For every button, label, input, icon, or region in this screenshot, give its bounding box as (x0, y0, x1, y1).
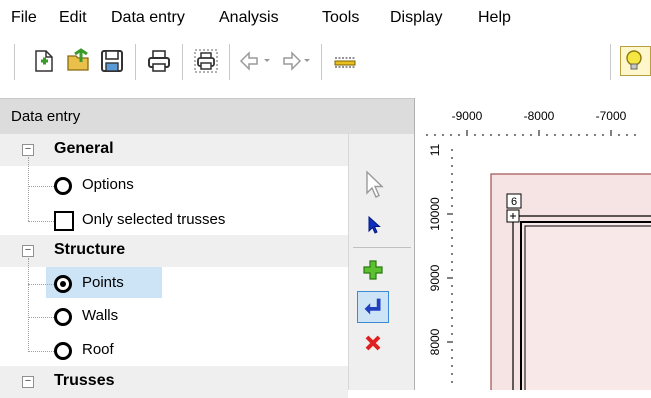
tree-item-only-selected-trusses[interactable]: Only selected trusses (0, 204, 348, 236)
collapse-toggle-icon[interactable]: − (22, 245, 34, 257)
y-tick-label: 10000 (428, 197, 442, 231)
menu-file[interactable]: File (11, 9, 37, 27)
drawing-svg: -9000 -8000 -7000 11 10000 9000 8000 6 (426, 109, 651, 390)
tree-item-roof[interactable]: Roof (0, 334, 348, 366)
add-icon[interactable] (357, 254, 389, 286)
options-radio[interactable] (54, 177, 72, 195)
roof-radio[interactable] (54, 342, 72, 360)
enter-icon[interactable] (357, 291, 389, 323)
toolbar-separator (321, 44, 322, 80)
walls-radio[interactable] (54, 308, 72, 326)
y-tick-label: 9000 (428, 264, 442, 291)
tree-item-label: Points (82, 274, 124, 291)
print-preview-icon[interactable] (193, 48, 219, 74)
panel-title: Data entry (11, 108, 81, 125)
tree-item-label: Walls (82, 307, 119, 324)
tree-item-label: Only selected trusses (82, 211, 226, 228)
menu-bar: File Edit Data entry Analysis Tools Disp… (0, 0, 651, 34)
tree-category-general[interactable]: − General (0, 134, 348, 166)
category-label: General (54, 140, 114, 157)
menu-data-entry[interactable]: Data entry (111, 9, 185, 27)
toolbar-separator (182, 44, 183, 80)
drawing-canvas[interactable]: -9000 -8000 -7000 11 10000 9000 8000 6 (414, 98, 651, 390)
menu-display[interactable]: Display (390, 9, 442, 27)
toolbar-separator (610, 44, 611, 80)
open-icon[interactable] (66, 48, 92, 74)
tree-item-points[interactable]: Points (0, 267, 348, 299)
tree-item-walls[interactable]: Walls (0, 300, 348, 332)
pointer-icon[interactable] (357, 168, 389, 200)
measure-icon[interactable] (332, 48, 358, 74)
toolbar-grip (14, 44, 15, 80)
x-tick-label: -7000 (596, 109, 627, 123)
menu-edit[interactable]: Edit (59, 9, 87, 27)
collapse-toggle-icon[interactable]: − (22, 144, 34, 156)
tree-item-options[interactable]: Options (0, 169, 348, 201)
redo-icon[interactable] (278, 48, 314, 74)
panel-header: Data entry (0, 98, 414, 134)
element-number: 6 (511, 196, 517, 208)
tree-connector (28, 284, 54, 285)
tree-category-trusses[interactable]: − Trusses (0, 366, 348, 398)
tree-connector (28, 186, 54, 187)
toolbar-separator (135, 44, 136, 80)
side-toolbar (348, 134, 414, 390)
menu-help[interactable]: Help (478, 9, 511, 27)
lightbulb-icon[interactable] (620, 46, 651, 76)
toolbar (0, 34, 651, 98)
tree-item-label: Roof (82, 341, 114, 358)
points-radio[interactable] (54, 275, 72, 293)
select-arrow-icon[interactable] (357, 208, 389, 240)
only-selected-trusses-checkbox[interactable] (54, 211, 74, 231)
new-icon[interactable] (31, 48, 57, 74)
tree-connector (28, 317, 54, 318)
menu-tools[interactable]: Tools (322, 9, 359, 27)
x-tick-label: -9000 (452, 109, 483, 123)
delete-icon[interactable] (357, 327, 389, 359)
category-label: Structure (54, 241, 126, 258)
side-toolbar-separator (353, 247, 411, 248)
category-label: Trusses (54, 372, 115, 389)
tree-item-label: Options (82, 176, 134, 193)
menu-analysis[interactable]: Analysis (219, 9, 279, 27)
x-tick-label: -8000 (524, 109, 555, 123)
inner-wall[interactable] (520, 221, 651, 390)
toolbar-separator (229, 44, 230, 80)
undo-icon[interactable] (238, 48, 274, 74)
y-tick-label: 8000 (428, 328, 442, 355)
print-icon[interactable] (146, 48, 172, 74)
tree-connector (28, 221, 54, 222)
tree-category-structure[interactable]: − Structure (0, 235, 348, 267)
save-icon[interactable] (99, 48, 125, 74)
y-tick-label: 11 (428, 143, 442, 156)
data-entry-tree: − General Options Only selected trusses … (0, 134, 348, 398)
tree-connector (28, 351, 54, 352)
collapse-toggle-icon[interactable]: − (22, 376, 34, 388)
